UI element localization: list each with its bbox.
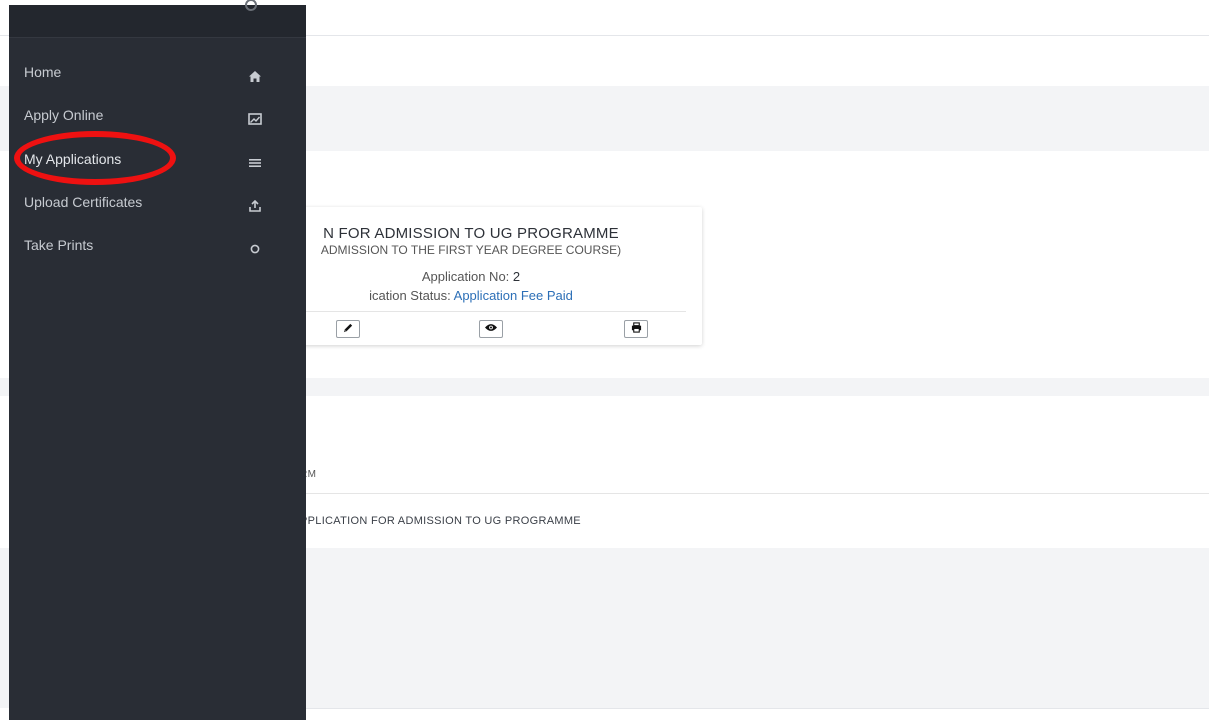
- circle-icon: [245, 239, 265, 259]
- sidebar-item-label: My Applications: [24, 151, 122, 167]
- image-icon: [245, 109, 265, 129]
- application-status: ication Status: Application Fee Paid: [369, 288, 573, 303]
- sidebar-item-label: Home: [24, 64, 62, 80]
- footer-divider: [300, 708, 1209, 709]
- user-icon[interactable]: [245, 0, 257, 11]
- home-icon: [245, 66, 265, 86]
- sidebar-item-upload-certificates[interactable]: Upload Certificates: [9, 186, 306, 226]
- card-divider: [260, 311, 686, 312]
- sidebar-header: [9, 0, 306, 38]
- application-number: Application No: 2: [421, 269, 521, 284]
- sidebar-item-label: Upload Certificates: [24, 194, 143, 210]
- table-divider: [240, 493, 1209, 494]
- table-row[interactable]: PPLICATION FOR ADMISSION TO UG PROGRAMME: [300, 515, 581, 527]
- application-number-value: 2: [512, 269, 521, 284]
- application-title: N FOR ADMISSION TO UG PROGRAMME: [323, 225, 619, 242]
- sidebar-item-my-applications[interactable]: My Applications: [9, 143, 306, 183]
- sidebar-item-take-prints[interactable]: Take Prints: [9, 229, 306, 269]
- print-icon: [631, 322, 642, 336]
- application-status-value: Application Fee Paid: [453, 288, 573, 303]
- application-card: N FOR ADMISSION TO UG PROGRAMME ADMISSIO…: [240, 207, 702, 345]
- print-button[interactable]: [624, 320, 648, 338]
- edit-button[interactable]: [336, 320, 360, 338]
- sidebar-item-home[interactable]: Home: [9, 56, 306, 96]
- edit-icon: [343, 322, 354, 336]
- upload-icon: [245, 196, 265, 216]
- application-subtitle: ADMISSION TO THE FIRST YEAR DEGREE COURS…: [320, 243, 622, 257]
- sidebar: Home Apply Online My Applications Upload…: [9, 0, 306, 720]
- sidebar-item-apply-online[interactable]: Apply Online: [9, 99, 306, 139]
- view-button[interactable]: [479, 320, 503, 338]
- sidebar-item-label: Take Prints: [24, 237, 94, 253]
- eye-icon: [485, 323, 497, 335]
- sidebar-item-label: Apply Online: [24, 107, 104, 123]
- list-icon: [245, 153, 265, 173]
